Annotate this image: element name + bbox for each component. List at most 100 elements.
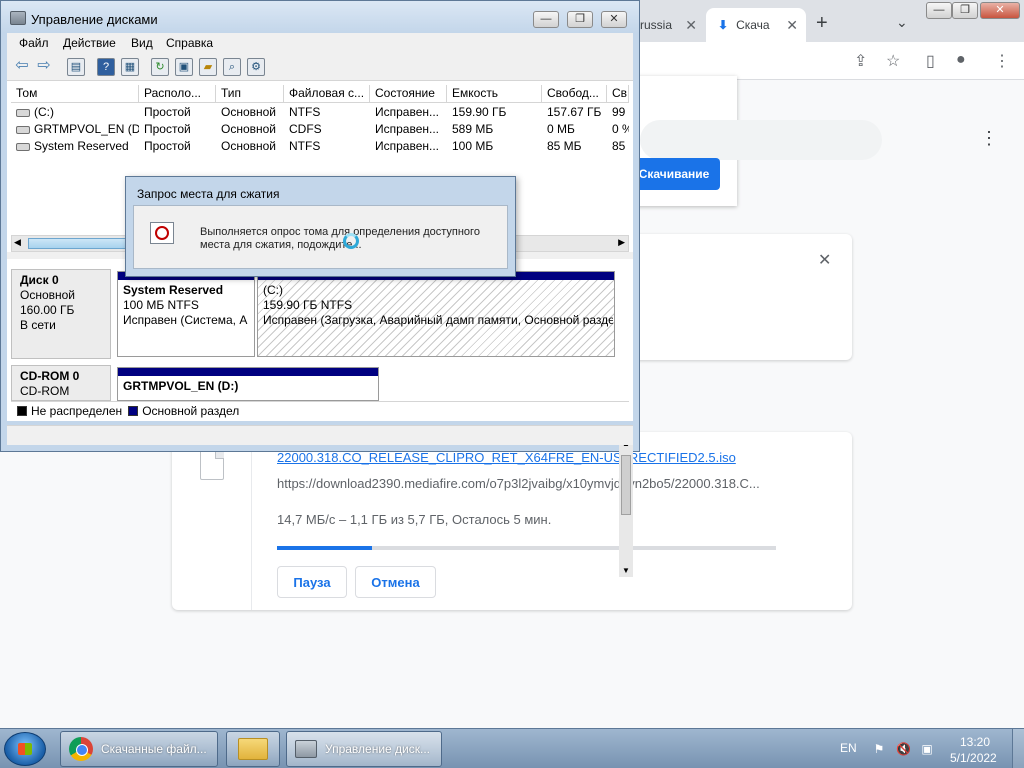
column-header-percent-free[interactable]: Св [607, 85, 629, 103]
column-header-status[interactable]: Состояние [370, 85, 447, 103]
menu-help[interactable]: Справка [166, 36, 213, 50]
disk-type: Основной [20, 288, 76, 302]
taskbar-item-chrome[interactable]: Скачанные файл... [60, 731, 218, 767]
cell-layout: Простой [144, 105, 191, 119]
close-icon[interactable]: ✕ [818, 250, 831, 270]
scrollbar-thumb[interactable] [28, 238, 128, 249]
cell-filesystem: NTFS [289, 139, 321, 153]
cd-drive-icon [16, 125, 30, 134]
scroll-right-icon[interactable]: ▶ [618, 237, 625, 248]
maximize-button[interactable]: ❐ [567, 11, 593, 28]
taskbar: Скачанные файл... Управление диск... EN … [0, 728, 1024, 768]
chrome-tab-downloads[interactable]: ⬇ Скача ✕ [706, 8, 806, 42]
action-center-icon[interactable]: ⚑ [872, 742, 886, 756]
download-status: 14,7 МБ/с – 1,1 ГБ из 5,7 ГБ, Осталось 5… [277, 512, 552, 527]
column-header-free[interactable]: Свобод... [542, 85, 607, 103]
forward-arrow-icon[interactable]: ⇨ [35, 58, 53, 76]
table-row[interactable]: System Reserved Простой Основной NTFS Ис… [11, 138, 629, 155]
tab-label: Скача [736, 18, 770, 32]
cancel-button[interactable]: Отмена [355, 566, 436, 598]
column-header-type[interactable]: Тип [216, 85, 284, 103]
properties-icon[interactable]: ▦ [121, 58, 139, 76]
minimize-button[interactable]: — [533, 11, 559, 28]
profile-avatar-icon[interactable]: ● [956, 51, 966, 69]
partition-system-reserved[interactable]: System Reserved 100 МБ NTFS Исправен (Си… [117, 271, 255, 357]
cell-capacity: 589 МБ [452, 122, 494, 136]
show-desktop-button[interactable] [1012, 729, 1024, 768]
volume-list-header: Том Располо... Тип Файловая с... Состоян… [11, 85, 629, 103]
download-bubble-button[interactable]: Скачивание [628, 158, 720, 190]
more-actions-icon[interactable]: ⋮ [980, 128, 998, 149]
search-icon[interactable]: ⌕ [223, 58, 241, 76]
disk-0-label[interactable]: Диск 0 Основной 160.00 ГБ В сети [11, 269, 111, 359]
legend-label-primary: Основной раздел [142, 403, 240, 418]
export-list-icon[interactable]: ▣ [175, 58, 193, 76]
close-icon[interactable]: ✕ [685, 17, 697, 34]
clock-date[interactable]: 5/1/2022 [950, 751, 997, 765]
disk-type: CD-ROM [20, 384, 70, 398]
bookmark-star-icon[interactable]: ☆ [886, 51, 900, 71]
chrome-tab-russia[interactable]: russia ✕ [630, 8, 705, 42]
language-indicator[interactable]: EN [840, 741, 857, 755]
title-bar[interactable]: Управление дисками — ❐ ✕ [1, 1, 639, 33]
back-arrow-icon[interactable]: ⇦ [13, 58, 31, 76]
table-row[interactable]: (C:) Простой Основной NTFS Исправен... 1… [11, 104, 629, 121]
chrome-menu-icon[interactable]: ⋮ [994, 51, 1010, 71]
cell-percent-free: 0 % [612, 122, 629, 136]
help-icon[interactable]: ? [97, 58, 115, 76]
column-header-layout[interactable]: Располо... [139, 85, 216, 103]
close-icon[interactable]: ✕ [786, 17, 798, 34]
cell-filesystem: NTFS [289, 105, 321, 119]
scrollbar-thumb[interactable] [621, 455, 631, 515]
open-folder-icon[interactable]: ▰ [199, 58, 217, 76]
dialog-title: Запрос места для сжатия [137, 187, 280, 201]
new-tab-button[interactable]: + [816, 12, 828, 35]
taskbar-item-disk-management[interactable]: Управление диск... [286, 731, 442, 767]
scroll-left-icon[interactable]: ◀ [14, 237, 21, 248]
pause-button[interactable]: Пауза [277, 566, 347, 598]
refresh-icon[interactable]: ↻ [151, 58, 169, 76]
partition-info: GRTMPVOL_EN (D:) [123, 379, 377, 394]
dialog-body: Выполняется опрос тома для определения д… [133, 205, 508, 269]
share-icon[interactable]: ⇪ [854, 51, 867, 71]
status-bar [7, 425, 633, 445]
scroll-down-icon[interactable]: ▼ [622, 566, 630, 575]
close-button[interactable]: ✕ [980, 2, 1020, 19]
downloads-search-bar[interactable] [640, 120, 882, 160]
legend-swatch-primary [128, 405, 139, 416]
volume-muted-icon[interactable]: 🔇 [896, 742, 911, 756]
toolbar: ⇦ ⇨ ▤ ? ▦ ↻ ▣ ▰ ⌕ ⚙ [7, 53, 633, 81]
start-button[interactable] [4, 732, 46, 766]
download-progress-bar [277, 546, 776, 550]
minimize-button[interactable]: — [926, 2, 952, 19]
cell-filesystem: CDFS [289, 122, 322, 136]
busy-cursor-icon [343, 233, 359, 249]
download-progress-fill [277, 546, 372, 550]
close-button[interactable]: ✕ [601, 11, 627, 28]
disk-view-vscrollbar[interactable]: ▲ ▼ [619, 437, 633, 577]
side-panel-icon[interactable]: ▯ [926, 51, 935, 71]
download-filename-link[interactable]: 22000.318.CO_RELEASE_CLIPRO_RET_X64FRE_E… [277, 450, 736, 465]
cdrom-0-label[interactable]: CD-ROM 0 CD-ROM [11, 365, 111, 401]
tab-search-button[interactable]: ⌄ [896, 14, 908, 31]
partition-c[interactable]: (C:) 159.90 ГБ NTFS Исправен (Загрузка, … [257, 271, 615, 357]
taskbar-item-explorer[interactable] [226, 731, 280, 767]
show-hide-tree-icon[interactable]: ▤ [67, 58, 85, 76]
settings-icon[interactable]: ⚙ [247, 58, 265, 76]
partition-d[interactable]: GRTMPVOL_EN (D:) [117, 367, 379, 401]
menu-file[interactable]: Файл [19, 36, 49, 50]
cell-free: 0 МБ [547, 122, 575, 136]
cell-capacity: 100 МБ [452, 139, 494, 153]
column-header-capacity[interactable]: Емкость [447, 85, 542, 103]
network-icon[interactable]: ▣ [920, 742, 934, 756]
column-header-volume[interactable]: Том [11, 85, 139, 103]
clock-time[interactable]: 13:20 [960, 735, 990, 749]
cell-layout: Простой [144, 122, 191, 136]
column-header-filesystem[interactable]: Файловая с... [284, 85, 370, 103]
menu-view[interactable]: Вид [131, 36, 153, 50]
cell-type: Основной [221, 105, 277, 119]
partition-size: 100 МБ NTFS [123, 298, 199, 312]
maximize-button[interactable]: ❐ [952, 2, 978, 19]
table-row[interactable]: GRTMPVOL_EN (D:) Простой Основной CDFS И… [11, 121, 629, 138]
menu-action[interactable]: Действие [63, 36, 116, 50]
